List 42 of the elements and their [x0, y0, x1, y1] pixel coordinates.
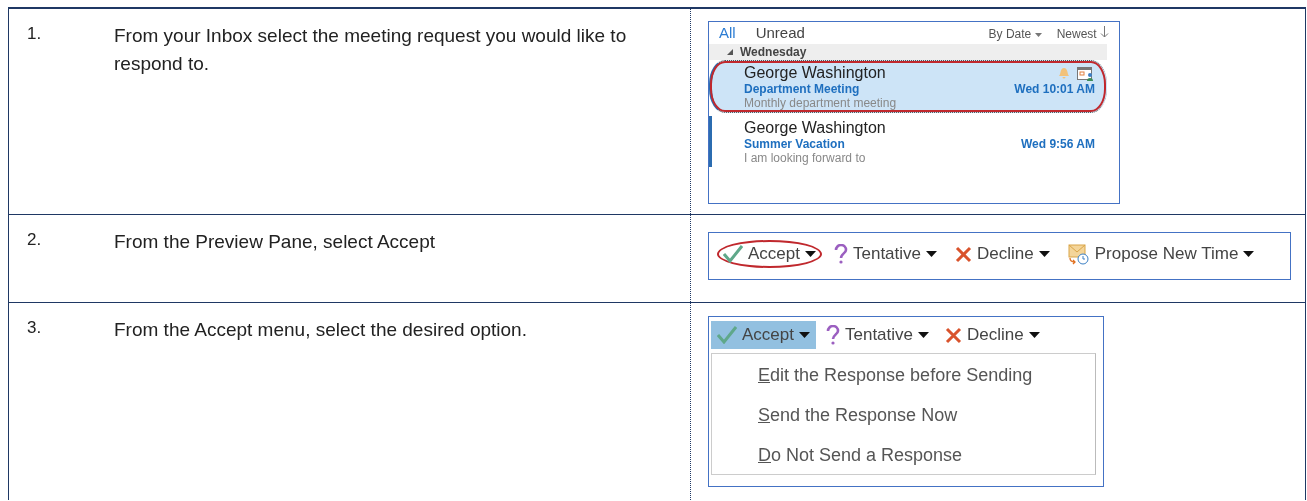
- decline-button[interactable]: Decline: [939, 321, 1046, 349]
- message-item[interactable]: George Washington Department Meeting Wed 10:01 AM Monthly department meeting: [709, 60, 1107, 113]
- caret-icon: [799, 332, 810, 338]
- caret-icon: [1243, 251, 1255, 257]
- step-number: 2.: [27, 229, 43, 251]
- filter-tab[interactable]: All: [719, 24, 736, 41]
- accept-button[interactable]: Accept: [711, 321, 816, 349]
- caret-icon: [1034, 33, 1043, 38]
- menu-item[interactable]: Do Not Send a Response: [712, 440, 1095, 480]
- question-mark-icon: [834, 244, 848, 264]
- filter-tab[interactable]: Unread: [755, 24, 805, 41]
- x-icon: [945, 326, 963, 344]
- menu-item[interactable]: Edit the Response before Sending: [712, 360, 1095, 400]
- message-item[interactable]: George Washington Summer Vacation Wed 9:56 AM I am looking forward to: [709, 116, 1107, 167]
- accept-button[interactable]: Accept: [717, 240, 822, 268]
- caret-icon: [1028, 332, 1040, 338]
- collapse-triangle-icon: [727, 49, 733, 55]
- down-arrow-icon: [1100, 26, 1109, 38]
- checkmark-icon: [717, 326, 737, 344]
- step-number: 1.: [27, 23, 43, 45]
- order-toggle[interactable]: Newest: [1056, 26, 1109, 41]
- tentative-button[interactable]: Tentative: [820, 321, 936, 349]
- step-instruction: From your Inbox select the meeting request you would like to respond to.: [114, 24, 628, 76]
- x-icon: [955, 245, 973, 263]
- menu-item[interactable]: Send the Response Now: [712, 400, 1095, 440]
- calendar-people-icon: [1077, 65, 1095, 81]
- checkmark-icon: [723, 245, 743, 263]
- step-number: 3.: [27, 317, 43, 339]
- caret-icon: [805, 251, 816, 257]
- caret-icon: [926, 251, 938, 257]
- question-mark-icon: [826, 325, 840, 345]
- group-header[interactable]: Wednesday: [709, 44, 1107, 60]
- step-instruction: From the Preview Pane, select Accept: [114, 230, 437, 254]
- caret-icon: [918, 332, 930, 338]
- sort-dropdown[interactable]: By Date: [988, 27, 1043, 41]
- decline-button[interactable]: Decline: [949, 240, 1056, 268]
- envelope-clock-icon: [1067, 243, 1090, 265]
- step-instruction: From the Accept menu, select the desired option.: [114, 318, 528, 342]
- propose-button[interactable]: Propose New Time: [1061, 239, 1261, 269]
- tentative-button[interactable]: Tentative: [828, 240, 944, 268]
- bell-icon: [1057, 65, 1071, 79]
- caret-icon: [1038, 251, 1050, 257]
